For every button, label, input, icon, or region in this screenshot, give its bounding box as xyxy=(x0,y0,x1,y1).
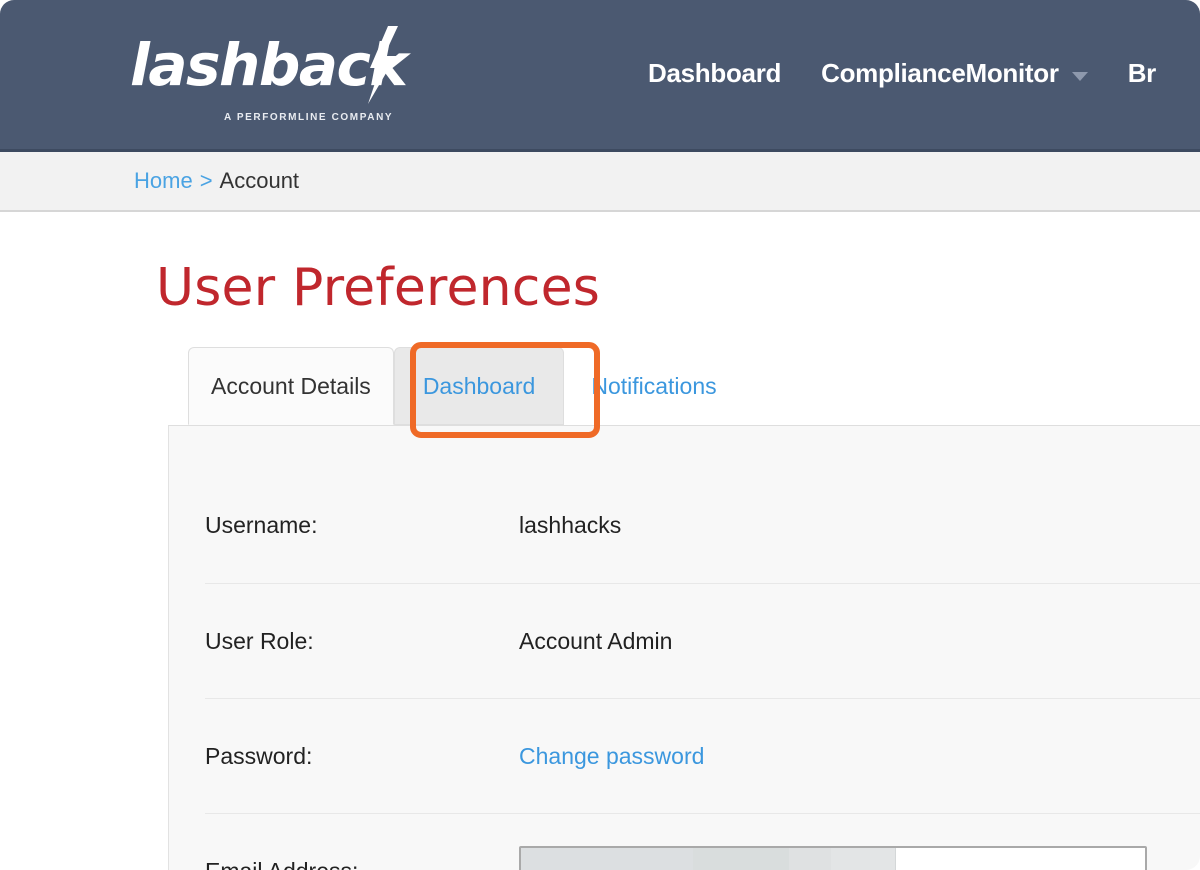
value-username: lashhacks xyxy=(519,512,622,538)
tab-account-details-label: Account Details xyxy=(211,372,371,399)
breadcrumb-current: Account xyxy=(219,168,300,193)
page-title: User Preferences xyxy=(156,258,601,318)
breadcrumb-separator: > xyxy=(199,168,213,193)
tab-notifications-label: Notifications xyxy=(591,372,717,399)
lightning-bolt-icon xyxy=(368,26,398,104)
breadcrumb-home-link[interactable]: Home xyxy=(134,168,193,194)
form-row-password: Password: Change password xyxy=(205,699,1200,814)
top-navigation-bar: lashback A PERFORMLINE COMPANY Dashboard… xyxy=(0,0,1200,152)
nav-link-brands-label: Br xyxy=(1127,58,1157,88)
primary-nav: Dashboard ComplianceMonitor Br xyxy=(648,58,1156,89)
account-details-form: Username: lashhacks User Role: Account A… xyxy=(205,426,1200,870)
tab-notifications[interactable]: Notifications xyxy=(564,347,743,425)
brand-logo[interactable]: lashback A PERFORMLINE COMPANY xyxy=(130,26,410,136)
form-row-user-role: User Role: Account Admin xyxy=(205,584,1200,699)
nav-link-dashboard-label: Dashboard xyxy=(648,58,782,88)
chevron-down-icon xyxy=(1071,72,1088,81)
tab-list: Account Details Dashboard Notifications xyxy=(188,347,744,425)
nav-link-compliancemonitor-label: ComplianceMonitor xyxy=(821,58,1059,88)
nav-link-brands-truncated[interactable]: Br xyxy=(1127,58,1157,89)
nav-link-dashboard[interactable]: Dashboard xyxy=(648,58,781,89)
nav-link-compliancemonitor[interactable]: ComplianceMonitor xyxy=(821,58,1088,89)
page-root: lashback A PERFORMLINE COMPANY Dashboard… xyxy=(0,0,1200,870)
label-password: Password: xyxy=(205,742,313,769)
label-email-address: Email Address: xyxy=(205,858,519,870)
label-username: Username: xyxy=(205,512,318,538)
breadcrumb: Home > Account xyxy=(134,168,299,194)
tab-dashboard[interactable]: Dashboard xyxy=(393,347,565,425)
brand-tagline: A PERFORMLINE COMPANY xyxy=(224,112,394,123)
redaction-block xyxy=(521,847,693,870)
redaction-block xyxy=(693,847,789,870)
breadcrumb-bar: Home > Account xyxy=(0,152,1200,212)
form-row-email-address: Email Address: xyxy=(205,814,1200,870)
value-user-role: Account Admin xyxy=(519,627,673,654)
tab-panel-account-details: Username: lashhacks User Role: Account A… xyxy=(168,425,1200,870)
redaction-block xyxy=(789,847,831,870)
change-password-link[interactable]: Change password xyxy=(519,743,704,770)
tab-account-details[interactable]: Account Details xyxy=(188,347,394,425)
form-row-username: Username: lashhacks xyxy=(205,468,1200,584)
tab-dashboard-label: Dashboard xyxy=(422,372,536,399)
label-user-role: User Role: xyxy=(205,627,314,654)
redaction-block xyxy=(895,847,896,870)
redaction-block xyxy=(831,847,895,870)
email-address-input[interactable] xyxy=(519,845,1147,870)
main-content: User Preferences Account Details Dashboa… xyxy=(0,214,1200,870)
